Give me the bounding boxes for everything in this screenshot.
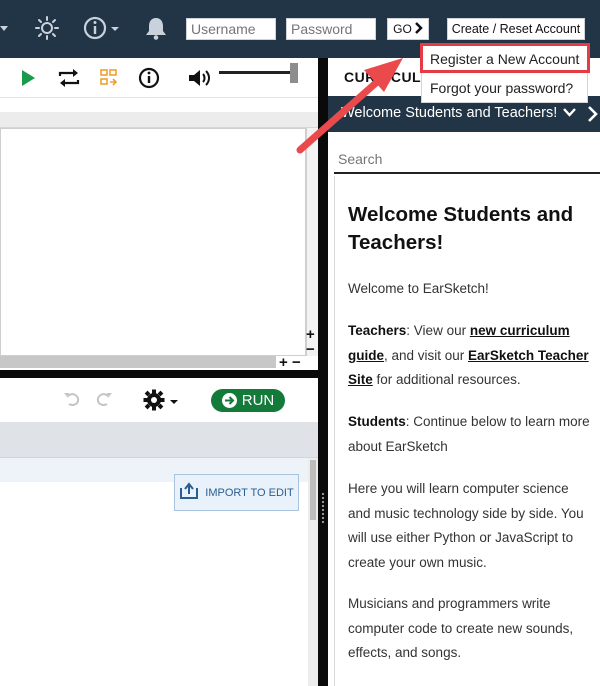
students-label: Students bbox=[348, 414, 406, 429]
panel-divider-horizontal[interactable] bbox=[0, 370, 320, 378]
import-label: IMPORT TO EDIT bbox=[205, 486, 294, 499]
editor-tab-bar bbox=[0, 422, 318, 458]
run-button[interactable]: RUN bbox=[211, 389, 285, 412]
run-arrow-icon bbox=[221, 393, 237, 408]
curriculum-musicians-paragraph: Musicians and programmers write computer… bbox=[348, 596, 574, 660]
zoom-out-vertical-icon[interactable]: − bbox=[306, 342, 315, 357]
daw-timeline-header bbox=[0, 112, 318, 128]
caret-down-icon[interactable] bbox=[0, 12, 10, 44]
import-to-edit-button[interactable]: IMPORT TO EDIT bbox=[174, 474, 299, 511]
curriculum-search-input[interactable] bbox=[334, 146, 600, 174]
password-input[interactable] bbox=[286, 18, 376, 40]
volume-slider-handle[interactable] bbox=[290, 63, 298, 83]
curriculum-heading: Welcome Students and Teachers! bbox=[348, 203, 574, 254]
curriculum-learn-paragraph: Here you will learn computer science and… bbox=[348, 481, 584, 570]
curriculum-intro: Welcome to EarSketch! bbox=[348, 281, 489, 296]
loop-icon[interactable] bbox=[57, 66, 81, 90]
daw-vertical-scrollbar[interactable] bbox=[306, 128, 318, 356]
volume-slider-track[interactable] bbox=[219, 71, 295, 74]
import-icon bbox=[179, 482, 199, 503]
editor-scrollbar-thumb[interactable] bbox=[310, 460, 316, 520]
info-icon[interactable] bbox=[82, 12, 122, 44]
info-circle-icon[interactable] bbox=[138, 66, 160, 90]
create-reset-label: Create / Reset Account bbox=[451, 22, 581, 36]
curriculum-teachers-paragraph: Teachers: View our new curriculum guide,… bbox=[348, 319, 590, 393]
username-input[interactable] bbox=[186, 18, 276, 40]
zoom-in-horizontal-icon[interactable]: + bbox=[279, 355, 288, 370]
go-label: GO bbox=[393, 22, 412, 36]
curriculum-students-paragraph: Students: Continue below to learn more a… bbox=[348, 410, 590, 459]
daw-toolbar bbox=[0, 58, 318, 98]
forgot-password-item[interactable]: Forgot your password? bbox=[430, 80, 573, 96]
zoom-out-horizontal-icon[interactable]: − bbox=[292, 355, 301, 370]
teachers-label: Teachers bbox=[348, 323, 407, 338]
volume-icon[interactable] bbox=[187, 66, 213, 90]
highlight-box bbox=[420, 43, 590, 73]
zoom-in-vertical-icon[interactable]: + bbox=[306, 327, 315, 342]
bell-icon[interactable] bbox=[143, 12, 169, 44]
undo-icon[interactable] bbox=[62, 388, 82, 412]
gear-icon[interactable] bbox=[143, 388, 181, 412]
curriculum-chapter-selector[interactable]: Welcome Students and Teachers! bbox=[341, 105, 577, 121]
daw-horizontal-scrollbar[interactable] bbox=[0, 356, 276, 368]
daw-track-area[interactable] bbox=[0, 128, 306, 356]
teachers-text-2: , and visit our bbox=[384, 347, 469, 363]
redo-icon[interactable] bbox=[94, 388, 114, 412]
metronome-icon[interactable] bbox=[99, 66, 119, 90]
play-icon[interactable] bbox=[20, 66, 36, 90]
create-reset-account-button[interactable]: Create / Reset Account bbox=[447, 18, 585, 40]
teachers-text-1: : View our bbox=[406, 323, 470, 338]
teachers-text-3: for additional resources. bbox=[372, 372, 521, 387]
run-label: RUN bbox=[241, 392, 275, 409]
resize-grip[interactable] bbox=[321, 492, 325, 524]
curriculum-nav-title: Welcome Students and Teachers! bbox=[341, 105, 558, 121]
brightness-icon[interactable] bbox=[34, 12, 60, 44]
chevron-down-icon bbox=[563, 105, 577, 121]
chevron-right-icon bbox=[414, 21, 423, 37]
panel-divider-vertical[interactable] bbox=[318, 58, 328, 686]
go-button[interactable]: GO bbox=[387, 18, 429, 40]
next-chapter-icon[interactable] bbox=[586, 103, 600, 125]
